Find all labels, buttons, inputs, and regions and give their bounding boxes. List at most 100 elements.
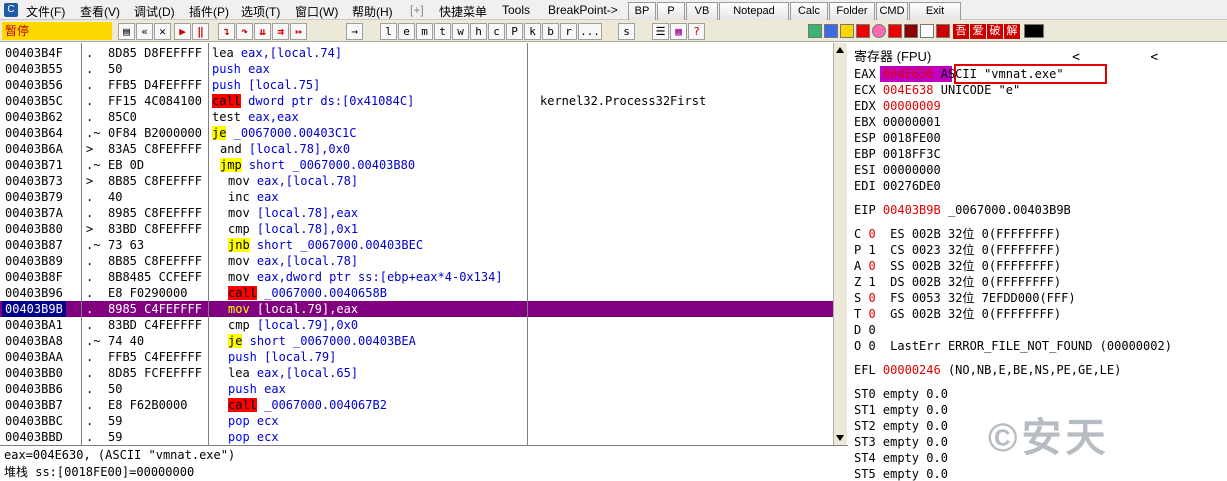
tool-w[interactable]: w [452,23,469,40]
calc-button[interactable]: Calc [790,2,828,21]
grid-icon[interactable]: ▦ [670,23,687,40]
disasm-scrollbar[interactable] [833,43,847,445]
disasm-row[interactable]: 00403BBC. 59 pop ecx [0,413,833,429]
tool-t[interactable]: t [434,23,451,40]
trace-over-icon[interactable]: ⇉ [272,23,289,40]
disasm-row[interactable]: 00403B73 >8B85 C8FEFFFF mov eax,[local.78] [0,173,833,189]
fpu-st3[interactable]: ST3 empty 0.0 [854,434,955,450]
menu-help[interactable]: 帮助(H) [352,3,393,20]
disasm-row[interactable]: 00403B64 .~ 0F84 B2000000 je _0067000.00403… [0,125,833,141]
disasm-row[interactable]: 00403BBD. 59 pop ecx [0,429,833,445]
disasm-row[interactable]: 00403B89. 8B85 C8FEFFFF mov eax,[local.78] [0,253,833,269]
register-edx[interactable]: EDX 00000009 [854,98,955,114]
cn-po-button[interactable]: 破 [987,24,1003,39]
plugin-blue-icon[interactable] [824,24,838,38]
disasm-row[interactable]: 00403BAA. FFB5 C4FEFFFF push [local.79] [0,349,833,365]
plugin-white-icon[interactable] [920,24,934,38]
register-edi[interactable]: EDI 00276DE0 [854,178,955,194]
disasm-row[interactable]: 00403B7A. 8985 C8FEFFFF mov [local.78],eax [0,205,833,221]
disassembly-pane[interactable]: 00403B4F. 8D85 D8FEFFFF lea eax,[local.74]… [0,43,833,445]
disasm-row[interactable]: 00403B96. E8 F0290000 call _0067000.004065… [0,285,833,301]
execute-till-return-icon[interactable]: ↦ [290,23,307,40]
fpu-st5[interactable]: ST5 empty 0.0 [854,466,955,481]
restart-icon[interactable]: « [136,23,153,40]
cn-ai-button[interactable]: 爱 [970,24,986,39]
fpu-st4[interactable]: ST4 empty 0.0 [854,450,955,466]
plugin-yellow-icon[interactable] [840,24,854,38]
disasm-row[interactable]: 00403B71 .~ EB 0D jmp short _0067000.00403B… [0,157,833,173]
menu-breakpoint[interactable]: BreakPoint-> [548,3,618,17]
register-esi[interactable]: ESI 00000000 [854,162,955,178]
scroll-up-icon[interactable] [836,47,844,53]
help-icon[interactable]: ? [688,23,705,40]
cmd-button[interactable]: CMD [876,2,908,21]
flag-p[interactable]: P 1 CS 0023 32位 0(FFFFFFFF) [854,242,1068,258]
folder-button[interactable]: Folder [829,2,875,21]
tool-h[interactable]: h [470,23,487,40]
cn-jie-button[interactable]: 解 [1004,24,1020,39]
disasm-row[interactable]: 00403B8F. 8B8485 CCFEFF mov eax,dword ptr … [0,269,833,285]
tool-more[interactable]: ... [578,23,602,40]
disasm-row[interactable]: 00403B4F. 8D85 D8FEFFFF lea eax,[local.74] [0,45,833,61]
fpu-st0[interactable]: ST0 empty 0.0 [854,386,955,402]
flag-a[interactable]: A 0 SS 002B 32位 0(FFFFFFFF) [854,258,1068,274]
register-eip[interactable]: EIP 00403B9B _0067000.00403B9B [854,202,1078,218]
tool-c[interactable]: c [488,23,505,40]
black-box-icon[interactable] [1024,24,1044,38]
register-eax[interactable]: EAX 004E630 ASCII "vmnat.exe" [854,66,1071,82]
open-icon[interactable]: ▤ [118,23,135,40]
p-button[interactable]: P [657,2,685,21]
menu-debug[interactable]: 调试(D) [134,3,175,20]
register-ebx[interactable]: EBX 00000001 [854,114,955,130]
disasm-row[interactable]: 00403B56. FFB5 D4FEFFFF push [local.75] [0,77,833,93]
flag-z[interactable]: Z 1 DS 002B 32位 0(FFFFFFFF) [854,274,1068,290]
disasm-row[interactable]: 00403B6A >83A5 C8FEFFFF and [local.78],0x0 [0,141,833,157]
step-over-icon[interactable]: ↷ [236,23,253,40]
plugin-green-icon[interactable] [808,24,822,38]
disasm-row[interactable]: 00403B5C. FF15 4C084100 call dword ptr ds:… [0,93,833,109]
vb-button[interactable]: VB [686,2,718,21]
disasm-row[interactable]: 00403BB0. 8D85 FCFEFFFF lea eax,[local.65] [0,365,833,381]
register-ecx[interactable]: ECX 004E638 UNICODE "e" [854,82,1027,98]
menu-view[interactable]: 查看(V) [80,3,120,20]
menu-window[interactable]: 窗口(W) [295,3,338,20]
disasm-row[interactable]: 00403B62. 85C0 test eax,eax [0,109,833,125]
cn-wu-button[interactable]: 吾 [953,24,969,39]
disasm-row[interactable]: 00403B79. 40 inc eax [0,189,833,205]
notepad-button[interactable]: Notepad [719,2,789,21]
plugin-red3-icon[interactable] [936,24,950,38]
disasm-row[interactable]: 00403B87 .~ 73 63 jnb short _0067000.00403B… [0,237,833,253]
flag-t[interactable]: T 0 GS 002B 32位 0(FFFFFFFF) [854,306,1068,322]
flag-c[interactable]: C 0 ES 002B 32位 0(FFFFFFFF) [854,226,1068,242]
scroll-down-icon[interactable] [836,435,844,441]
disasm-row[interactable]: 00403B9B. 8985 C4FEFFFF mov [local.79],eax [0,301,833,317]
flag-d[interactable]: D 0 [854,322,912,338]
fpu-st1[interactable]: ST1 empty 0.0 [854,402,955,418]
flag-o[interactable]: O 0 LastErr ERROR_FILE_NOT_FOUND (000000… [854,338,1194,354]
disasm-row[interactable]: 00403BB6. 50 push eax [0,381,833,397]
tool-e[interactable]: e [398,23,415,40]
close-icon[interactable]: ✕ [154,23,171,40]
disasm-row[interactable]: 00403BB7. E8 F62B0000 call _0067000.004067… [0,397,833,413]
tool-l[interactable]: l [380,23,397,40]
target-icon[interactable] [872,24,886,38]
run-icon[interactable]: ▶ [174,23,191,40]
disasm-row[interactable]: 00403BA1. 83BD C4FEFFFF cmp [local.79],0x0 [0,317,833,333]
menu-tools[interactable]: Tools [502,3,530,17]
menu-shortcut[interactable]: 快捷菜单 [439,3,487,20]
step-into-icon[interactable]: ↴ [218,23,235,40]
pause-icon[interactable]: ‖ [192,23,209,40]
tool-r[interactable]: r [560,23,577,40]
tool-s[interactable]: s [618,23,635,40]
list-icon[interactable]: ☰ [652,23,669,40]
tool-b[interactable]: b [542,23,559,40]
tool-p[interactable]: P [506,23,523,40]
tool-k[interactable]: k [524,23,541,40]
bp-button[interactable]: BP [628,2,656,21]
plugin-dark-icon[interactable] [904,24,918,38]
plugin-red-icon[interactable] [856,24,870,38]
register-esp[interactable]: ESP 0018FE00 [854,130,955,146]
register-ebp[interactable]: EBP 0018FF3C [854,146,955,162]
menu-file[interactable]: 文件(F) [26,3,65,20]
plugin-red2-icon[interactable] [888,24,902,38]
